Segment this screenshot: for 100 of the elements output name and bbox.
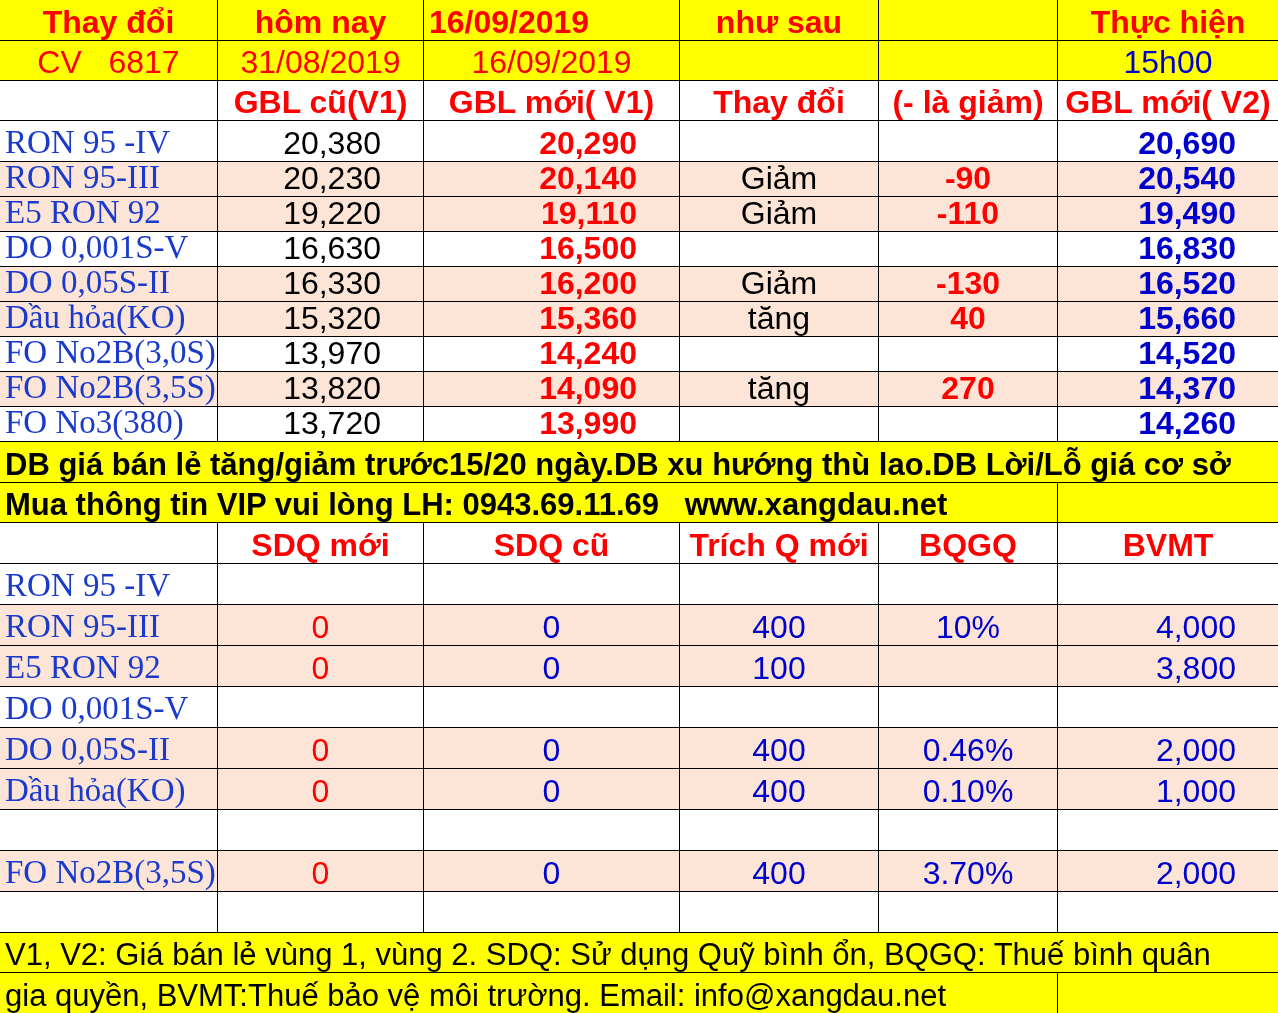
table-cell: 16,500 (424, 232, 679, 266)
table-cell: tăng (680, 302, 878, 336)
column-header: Thay đổi (680, 81, 878, 120)
table-cell: 16,520 (1058, 267, 1278, 301)
table-cell: 0 (218, 646, 423, 686)
footer-note: gia quyền, BVMT:Thuế bảo vệ môi trường. Email: info@xangdau.net (0, 973, 1057, 1013)
table-cell: 14,260 (1058, 407, 1278, 441)
table-cell: 14,370 (1058, 372, 1278, 406)
table-cell: 20,380 (218, 121, 423, 161)
table-cell: Giảm (680, 162, 878, 196)
table-cell: 20,230 (218, 162, 423, 196)
sheet-title: Thay đổi (0, 0, 217, 40)
table-cell: -110 (879, 197, 1057, 231)
table-cell: 400 (680, 728, 878, 768)
table-cell: -130 (879, 267, 1057, 301)
column-header: (- là giảm) (879, 81, 1057, 120)
table-cell: 100 (680, 646, 878, 686)
table-cell: 40 (879, 302, 1057, 336)
table-cell: 0.46% (879, 728, 1057, 768)
table-cell: 20,140 (424, 162, 679, 196)
table-cell: 15,320 (218, 302, 423, 336)
column-header: SDQ mới (218, 523, 423, 563)
table-cell: DO 0,05S-II (0, 728, 217, 768)
table-cell: 0 (424, 728, 679, 768)
table-cell: 0 (424, 605, 679, 645)
table-cell: 13,820 (218, 372, 423, 406)
table-cell: 0 (424, 646, 679, 686)
table-cell: 15,360 (424, 302, 679, 336)
table-cell: 13,720 (218, 407, 423, 441)
footer-note: V1, V2: Giá bán lẻ vùng 1, vùng 2. SDQ: Sử dụng Quỹ bình ổn, BQGQ: Thuế bình quân (0, 933, 1278, 972)
table-cell: 16,200 (424, 267, 679, 301)
table-cell: 0 (218, 851, 423, 891)
table-cell: 0 (218, 605, 423, 645)
table-cell: DO 0,001S-V (0, 687, 217, 727)
table-cell: -90 (879, 162, 1057, 196)
table-cell: 0 (218, 769, 423, 809)
table-cell: 0 (424, 851, 679, 891)
table-cell: như sau (680, 0, 878, 40)
table-cell: 16/09/2019 (424, 0, 679, 40)
table-cell: FO No2B(3,5S) (0, 372, 217, 406)
table-cell: 19,220 (218, 197, 423, 231)
table-cell: RON 95 -IV (0, 564, 217, 604)
table-cell: 31/08/2019 (218, 41, 423, 80)
table-cell: 14,090 (424, 372, 679, 406)
table-cell: 20,690 (1058, 121, 1278, 161)
column-header: SDQ cũ (424, 523, 679, 563)
table-cell: 2,000 (1058, 728, 1278, 768)
table-cell: Giảm (680, 267, 878, 301)
table-cell: 4,000 (1058, 605, 1278, 645)
column-header: BQGQ (879, 523, 1057, 563)
table-cell: 13,970 (218, 337, 423, 371)
table-cell: 400 (680, 769, 878, 809)
notice-text: Mua thông tin VIP vui lòng LH: 0943.69.11.69 www.xangdau.net (0, 483, 1057, 522)
table-cell: DO 0,05S-II (0, 267, 217, 301)
table-cell: 19,490 (1058, 197, 1278, 231)
table-cell: 0.10% (879, 769, 1057, 809)
table-cell: Thực hiện (1058, 0, 1278, 40)
table-cell: 3.70% (879, 851, 1057, 891)
table-cell: Giảm (680, 197, 878, 231)
table-cell: 14,240 (424, 337, 679, 371)
table-cell: 13,990 (424, 407, 679, 441)
table-cell: 16/09/2019 (424, 41, 679, 80)
table-cell: CV 6817 (0, 41, 217, 80)
table-cell: RON 95 -IV (0, 121, 217, 161)
table-cell: 15h00 (1058, 41, 1278, 80)
table-cell: tăng (680, 372, 878, 406)
table-cell: RON 95-III (0, 162, 217, 196)
table-cell: 16,630 (218, 232, 423, 266)
table-cell: Dầu hỏa(KO) (0, 302, 217, 336)
table-cell: DO 0,001S-V (0, 232, 217, 266)
table-cell: 16,330 (218, 267, 423, 301)
table-cell: 14,520 (1058, 337, 1278, 371)
table-cell: FO No2B(3,5S) (0, 851, 217, 891)
table-cell: 3,800 (1058, 646, 1278, 686)
table-cell: 20,290 (424, 121, 679, 161)
column-header: GBL mới( V2) (1058, 81, 1278, 120)
table-cell: FO No3(380) (0, 407, 217, 441)
table-cell: 0 (424, 769, 679, 809)
column-header: GBL mới( V1) (424, 81, 679, 120)
table-cell: Dầu hỏa(KO) (0, 769, 217, 809)
table-cell: 270 (879, 372, 1057, 406)
notice-text: DB giá bán lẻ tăng/giảm trước15/20 ngày.DB xu hướng thù lao.DB Lời/Lỗ giá cơ sở (0, 442, 1278, 482)
table-cell: 20,540 (1058, 162, 1278, 196)
table-cell: 15,660 (1058, 302, 1278, 336)
table-cell: 0 (218, 728, 423, 768)
table-cell: 10% (879, 605, 1057, 645)
table-cell: 400 (680, 605, 878, 645)
table-cell: 19,110 (424, 197, 679, 231)
table-cell: 400 (680, 851, 878, 891)
column-header: Trích Q mới (680, 523, 878, 563)
column-header: BVMT (1058, 523, 1278, 563)
column-header: GBL cũ(V1) (218, 81, 423, 120)
table-cell: hôm nay (218, 0, 423, 40)
table-cell: E5 RON 92 (0, 197, 217, 231)
table-cell: 16,830 (1058, 232, 1278, 266)
table-cell: 2,000 (1058, 851, 1278, 891)
table-cell: FO No2B(3,0S) (0, 337, 217, 371)
table-cell: 1,000 (1058, 769, 1278, 809)
table-cell: E5 RON 92 (0, 646, 217, 686)
table-cell: RON 95-III (0, 605, 217, 645)
